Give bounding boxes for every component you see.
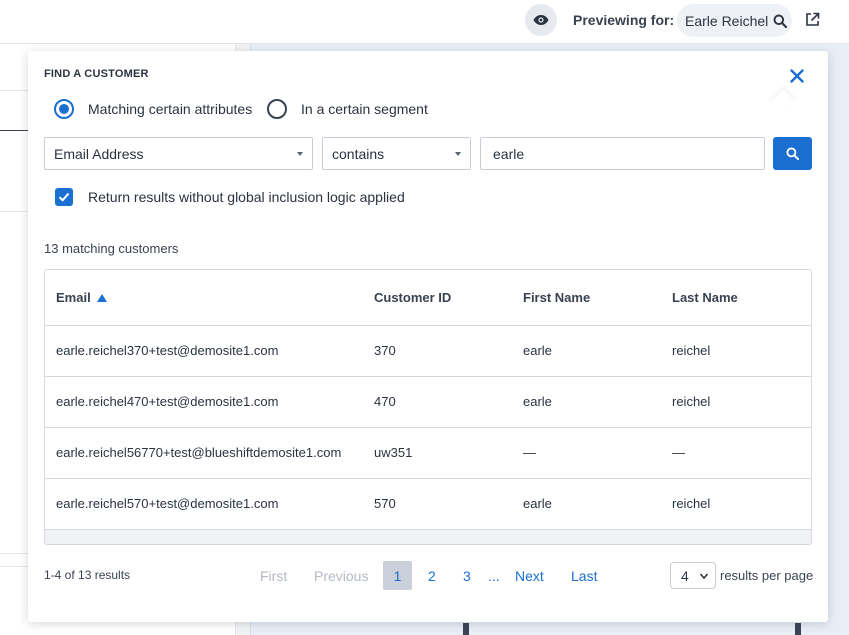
- close-icon: [790, 69, 804, 83]
- customers-table: Email Customer ID First Name Last Name e…: [44, 269, 812, 545]
- pagination-last[interactable]: Last: [571, 568, 597, 584]
- pagination-page-3[interactable]: 3: [463, 568, 471, 584]
- global-inclusion-checkbox[interactable]: [55, 188, 73, 206]
- find-customer-popover: FIND A CUSTOMER Matching certain attribu…: [28, 51, 828, 622]
- pagination-first[interactable]: First: [260, 568, 287, 584]
- preview-customer-name: Earle Reichel: [685, 12, 769, 29]
- radio-button-unselected[interactable]: [267, 99, 287, 119]
- cell-customer-id: 570: [374, 496, 396, 511]
- search-icon: [786, 147, 799, 160]
- table-row[interactable]: earle.reichel370+test@demosite1.com 370 …: [45, 326, 811, 377]
- pagination-previous[interactable]: Previous: [314, 568, 368, 584]
- pagination-ellipsis: ...: [488, 568, 500, 584]
- column-header-first-name[interactable]: First Name: [523, 290, 590, 305]
- close-button[interactable]: [786, 65, 808, 87]
- eye-icon: [533, 15, 549, 25]
- sort-ascending-icon: [96, 293, 107, 302]
- radio-button-selected[interactable]: [54, 99, 74, 119]
- cell-first-name: earle: [523, 496, 552, 511]
- radio-label-attributes: Matching certain attributes: [88, 101, 253, 117]
- cell-customer-id: 370: [374, 343, 396, 358]
- chevron-down-icon: [699, 573, 709, 580]
- checkmark-icon: [58, 192, 70, 202]
- attribute-select[interactable]: Email Address: [44, 137, 313, 170]
- matching-count: 13 matching customers: [44, 241, 179, 256]
- preview-eye-button[interactable]: [525, 4, 557, 36]
- operator-select-value: contains: [332, 145, 385, 162]
- table-row[interactable]: earle.reichel570+test@demosite1.com 570 …: [45, 479, 811, 530]
- table-row[interactable]: earle.reichel470+test@demosite1.com 470 …: [45, 377, 811, 428]
- pagination-next[interactable]: Next: [515, 568, 544, 584]
- open-external-button[interactable]: [805, 12, 820, 32]
- dropdown-arrow-icon: [455, 152, 461, 156]
- external-link-icon: [806, 12, 820, 26]
- cell-email: earle.reichel56770+test@blueshiftdemosit…: [56, 445, 342, 460]
- global-inclusion-checkbox-row[interactable]: Return results without global inclusion …: [55, 188, 405, 206]
- cell-email: earle.reichel570+test@demosite1.com: [56, 496, 279, 511]
- previewing-label: Previewing for:: [573, 12, 675, 28]
- search-button[interactable]: [773, 137, 812, 170]
- cell-first-name: earle: [523, 394, 552, 409]
- cell-email: earle.reichel370+test@demosite1.com: [56, 343, 279, 358]
- operator-select[interactable]: contains: [322, 137, 471, 170]
- radio-matching-attributes[interactable]: Matching certain attributes: [54, 99, 252, 119]
- per-page-value: 4: [681, 567, 689, 584]
- radio-label-segment: In a certain segment: [301, 101, 428, 117]
- table-header: Email Customer ID First Name Last Name: [45, 270, 811, 326]
- column-header-customer-id[interactable]: Customer ID: [374, 290, 451, 305]
- cell-last-name: —: [672, 445, 685, 460]
- popover-title: FIND A CUSTOMER: [44, 68, 149, 80]
- table-row[interactable]: earle.reichel56770+test@blueshiftdemosit…: [45, 428, 811, 479]
- global-inclusion-label: Return results without global inclusion …: [88, 189, 405, 205]
- popover-caret: [770, 89, 796, 115]
- column-header-last-name[interactable]: Last Name: [672, 290, 738, 305]
- results-per-page-select[interactable]: 4: [670, 562, 716, 589]
- search-value-input[interactable]: [480, 137, 765, 170]
- radio-certain-segment[interactable]: In a certain segment: [267, 99, 428, 119]
- preview-customer-button[interactable]: Earle Reichel: [677, 4, 792, 37]
- bg-bar-left: [463, 623, 469, 635]
- pagination-page-2[interactable]: 2: [428, 568, 436, 584]
- cell-last-name: reichel: [672, 343, 711, 358]
- attribute-select-value: Email Address: [54, 145, 144, 162]
- dropdown-arrow-icon: [297, 152, 303, 156]
- cell-email: earle.reichel470+test@demosite1.com: [56, 394, 279, 409]
- search-icon: [773, 14, 788, 28]
- cell-first-name: —: [523, 445, 536, 460]
- cell-customer-id: uw351: [374, 445, 413, 460]
- pagination-page-current[interactable]: 1: [383, 561, 412, 590]
- cell-last-name: reichel: [672, 394, 711, 409]
- cell-first-name: earle: [523, 343, 552, 358]
- per-page-label: results per page: [720, 568, 814, 583]
- column-header-email[interactable]: Email: [56, 290, 107, 305]
- bg-bar-right: [795, 623, 801, 635]
- table-horizontal-scrollbar[interactable]: [45, 530, 811, 544]
- results-summary: 1-4 of 13 results: [44, 568, 131, 582]
- cell-last-name: reichel: [672, 496, 711, 511]
- cell-customer-id: 470: [374, 394, 396, 409]
